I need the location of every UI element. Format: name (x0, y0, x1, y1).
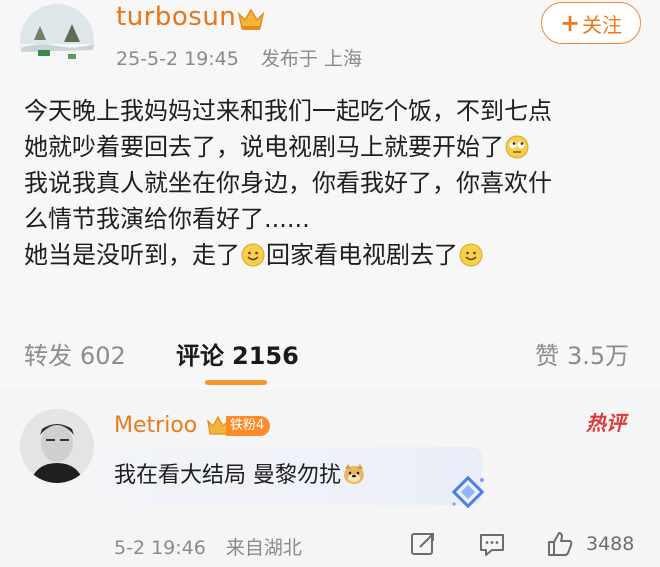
post-location: 发布于 上海 (260, 48, 362, 70)
comment-like-count: 3488 (586, 533, 635, 555)
post-stats-bar: 转发 602 评论 2156 赞 3.5万 (0, 336, 660, 385)
post-line: 她当是没听到，走了 回家看电视剧去了 (24, 237, 644, 273)
poster-username[interactable]: turbosun (116, 2, 236, 32)
share-icon[interactable] (408, 529, 438, 559)
comment-text: 我在看大结局 曼黎勿扰 (114, 457, 367, 489)
comment-item: Metrioo 铁粉4 热评 我在看大结局 曼黎勿扰 5-2 19:46 来自湖… (0, 393, 660, 567)
hot-comment-tag: 热评 (586, 411, 626, 435)
diamond-badge-icon (451, 475, 485, 509)
post-card: turbosun 25-5-2 19:45 发布于 上海 + 关注 今天晚上我妈… (0, 0, 660, 390)
post-line: 今天晚上我妈妈过来和我们一起吃个饭，不到七点 (24, 97, 552, 125)
tab-comments[interactable]: 评论 2156 (176, 336, 299, 371)
thumbs-up-icon[interactable] (545, 529, 575, 559)
post-meta: 25-5-2 19:45 发布于 上海 (116, 44, 362, 71)
post-content: 今天晚上我妈妈过来和我们一起吃个饭，不到七点 她就吵着要回去了，说电视剧马上就要… (24, 93, 644, 273)
commenter-username[interactable]: Metrioo (114, 413, 197, 438)
comment-meta: 5-2 19:46 来自湖北 (114, 533, 302, 560)
post-line: 我说我真人就坐在你身边，你看我好了，你喜欢什 (24, 169, 552, 197)
comment-icon[interactable] (477, 529, 507, 559)
smile-emoji-icon (459, 243, 483, 267)
active-tab-indicator (205, 380, 267, 385)
rolling-eyes-emoji-icon (505, 135, 529, 159)
poster-avatar[interactable] (20, 4, 94, 78)
comment-location: 来自湖北 (225, 537, 302, 559)
plus-icon: + (559, 9, 581, 37)
fan-badge-label: 铁粉4 (226, 416, 271, 436)
tab-repost[interactable]: 转发 602 (24, 336, 126, 371)
post-line: 她就吵着要回去了，说电视剧马上就要开始了 (24, 129, 644, 165)
follow-button[interactable]: + 关注 (541, 2, 641, 44)
post-line: 么情节我演给你看好了...... (24, 205, 310, 233)
comment-date: 5-2 19:46 (114, 537, 206, 559)
doge-emoji-icon (344, 464, 364, 484)
tab-likes[interactable]: 赞 3.5万 (535, 336, 629, 371)
post-date: 25-5-2 19:45 (116, 48, 239, 70)
commenter-avatar[interactable] (20, 409, 94, 483)
crown-badge-icon (236, 6, 266, 32)
follow-label: 关注 (582, 12, 623, 37)
fan-badge: 铁粉4 (206, 413, 271, 439)
smile-emoji-icon (241, 243, 265, 267)
comment-bubble: 我在看大结局 曼黎勿扰 (100, 447, 482, 505)
